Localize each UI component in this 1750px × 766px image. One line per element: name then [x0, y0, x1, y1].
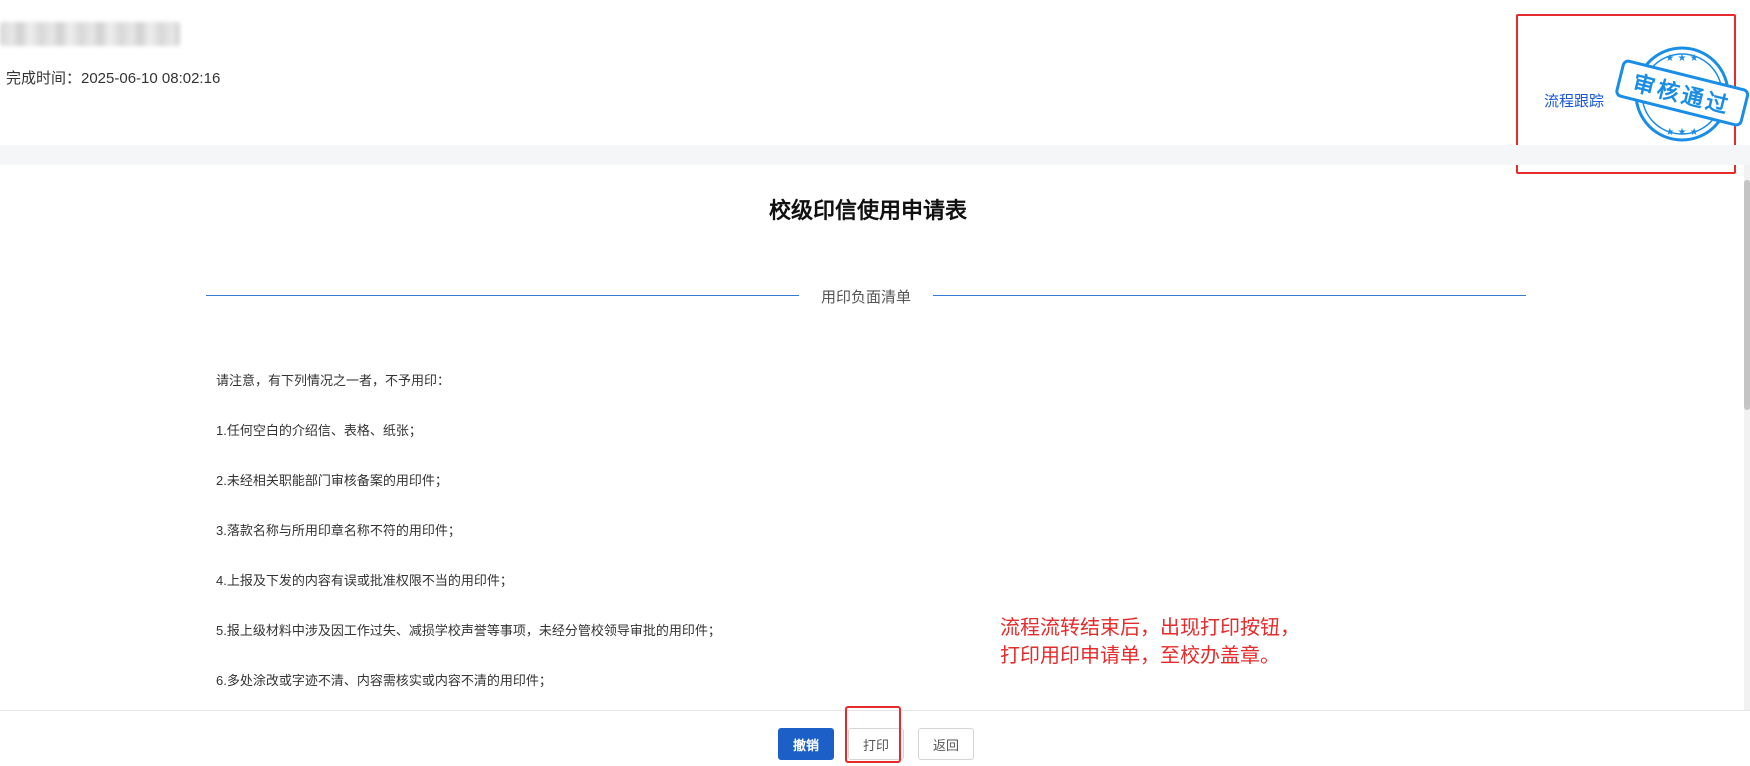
scrollbar-thumb[interactable]: [1744, 180, 1750, 410]
annotation-line-2: 打印用印申请单，至校办盖章。: [1000, 645, 1280, 667]
print-highlight-box: [845, 706, 901, 763]
notice-list: 请注意，有下列情况之一者，不予用印： 1.任何空白的介绍信、表格、纸张； 2.未…: [216, 370, 721, 720]
notice-item: 2.未经相关职能部门审核备案的用印件；: [216, 473, 448, 488]
back-button[interactable]: 返回: [918, 728, 974, 760]
notice-item: 4.上报及下发的内容有误或批准权限不当的用印件；: [216, 573, 513, 588]
svg-text:★ ★ ★: ★ ★ ★: [1665, 127, 1698, 138]
page-header: 完成时间：2025-06-10 08:02:16: [0, 0, 1750, 145]
section-label: 用印负面清单: [820, 289, 911, 306]
header-separator: [0, 145, 1750, 165]
blurred-applicant-name: [0, 22, 180, 46]
notice-item: 3.落款名称与所用印章名称不符的用印件；: [216, 523, 461, 538]
revoke-button[interactable]: 撤销: [778, 728, 834, 760]
notice-item: 5.报上级材料中涉及因工作过失、减损学校声誉等事项，未经分管校领导审批的用印件；: [216, 623, 721, 638]
notice-intro: 请注意，有下列情况之一者，不予用印：: [216, 373, 451, 388]
divider-line-left: [206, 295, 799, 296]
section-divider: 用印负面清单: [206, 284, 1526, 306]
annotation-note: 流程流转结束后，出现打印按钮， 打印用印申请单，至校办盖章。: [1000, 614, 1300, 670]
annotation-line-1: 流程流转结束后，出现打印按钮，: [1000, 617, 1300, 639]
approved-seal-icon: ★ ★ ★ ★ ★ ★ 审核通过: [1615, 46, 1750, 142]
divider-line-right: [933, 295, 1526, 296]
form-title: 校级印信使用申请表: [768, 198, 967, 223]
process-track-link[interactable]: 流程跟踪: [1544, 90, 1604, 111]
svg-text:★ ★ ★: ★ ★ ★: [1665, 53, 1698, 64]
scrollbar[interactable]: [1744, 165, 1750, 710]
notice-item: 1.任何空白的介绍信、表格、纸张；: [216, 423, 422, 438]
finish-time: 完成时间：2025-06-10 08:02:16: [6, 70, 221, 87]
